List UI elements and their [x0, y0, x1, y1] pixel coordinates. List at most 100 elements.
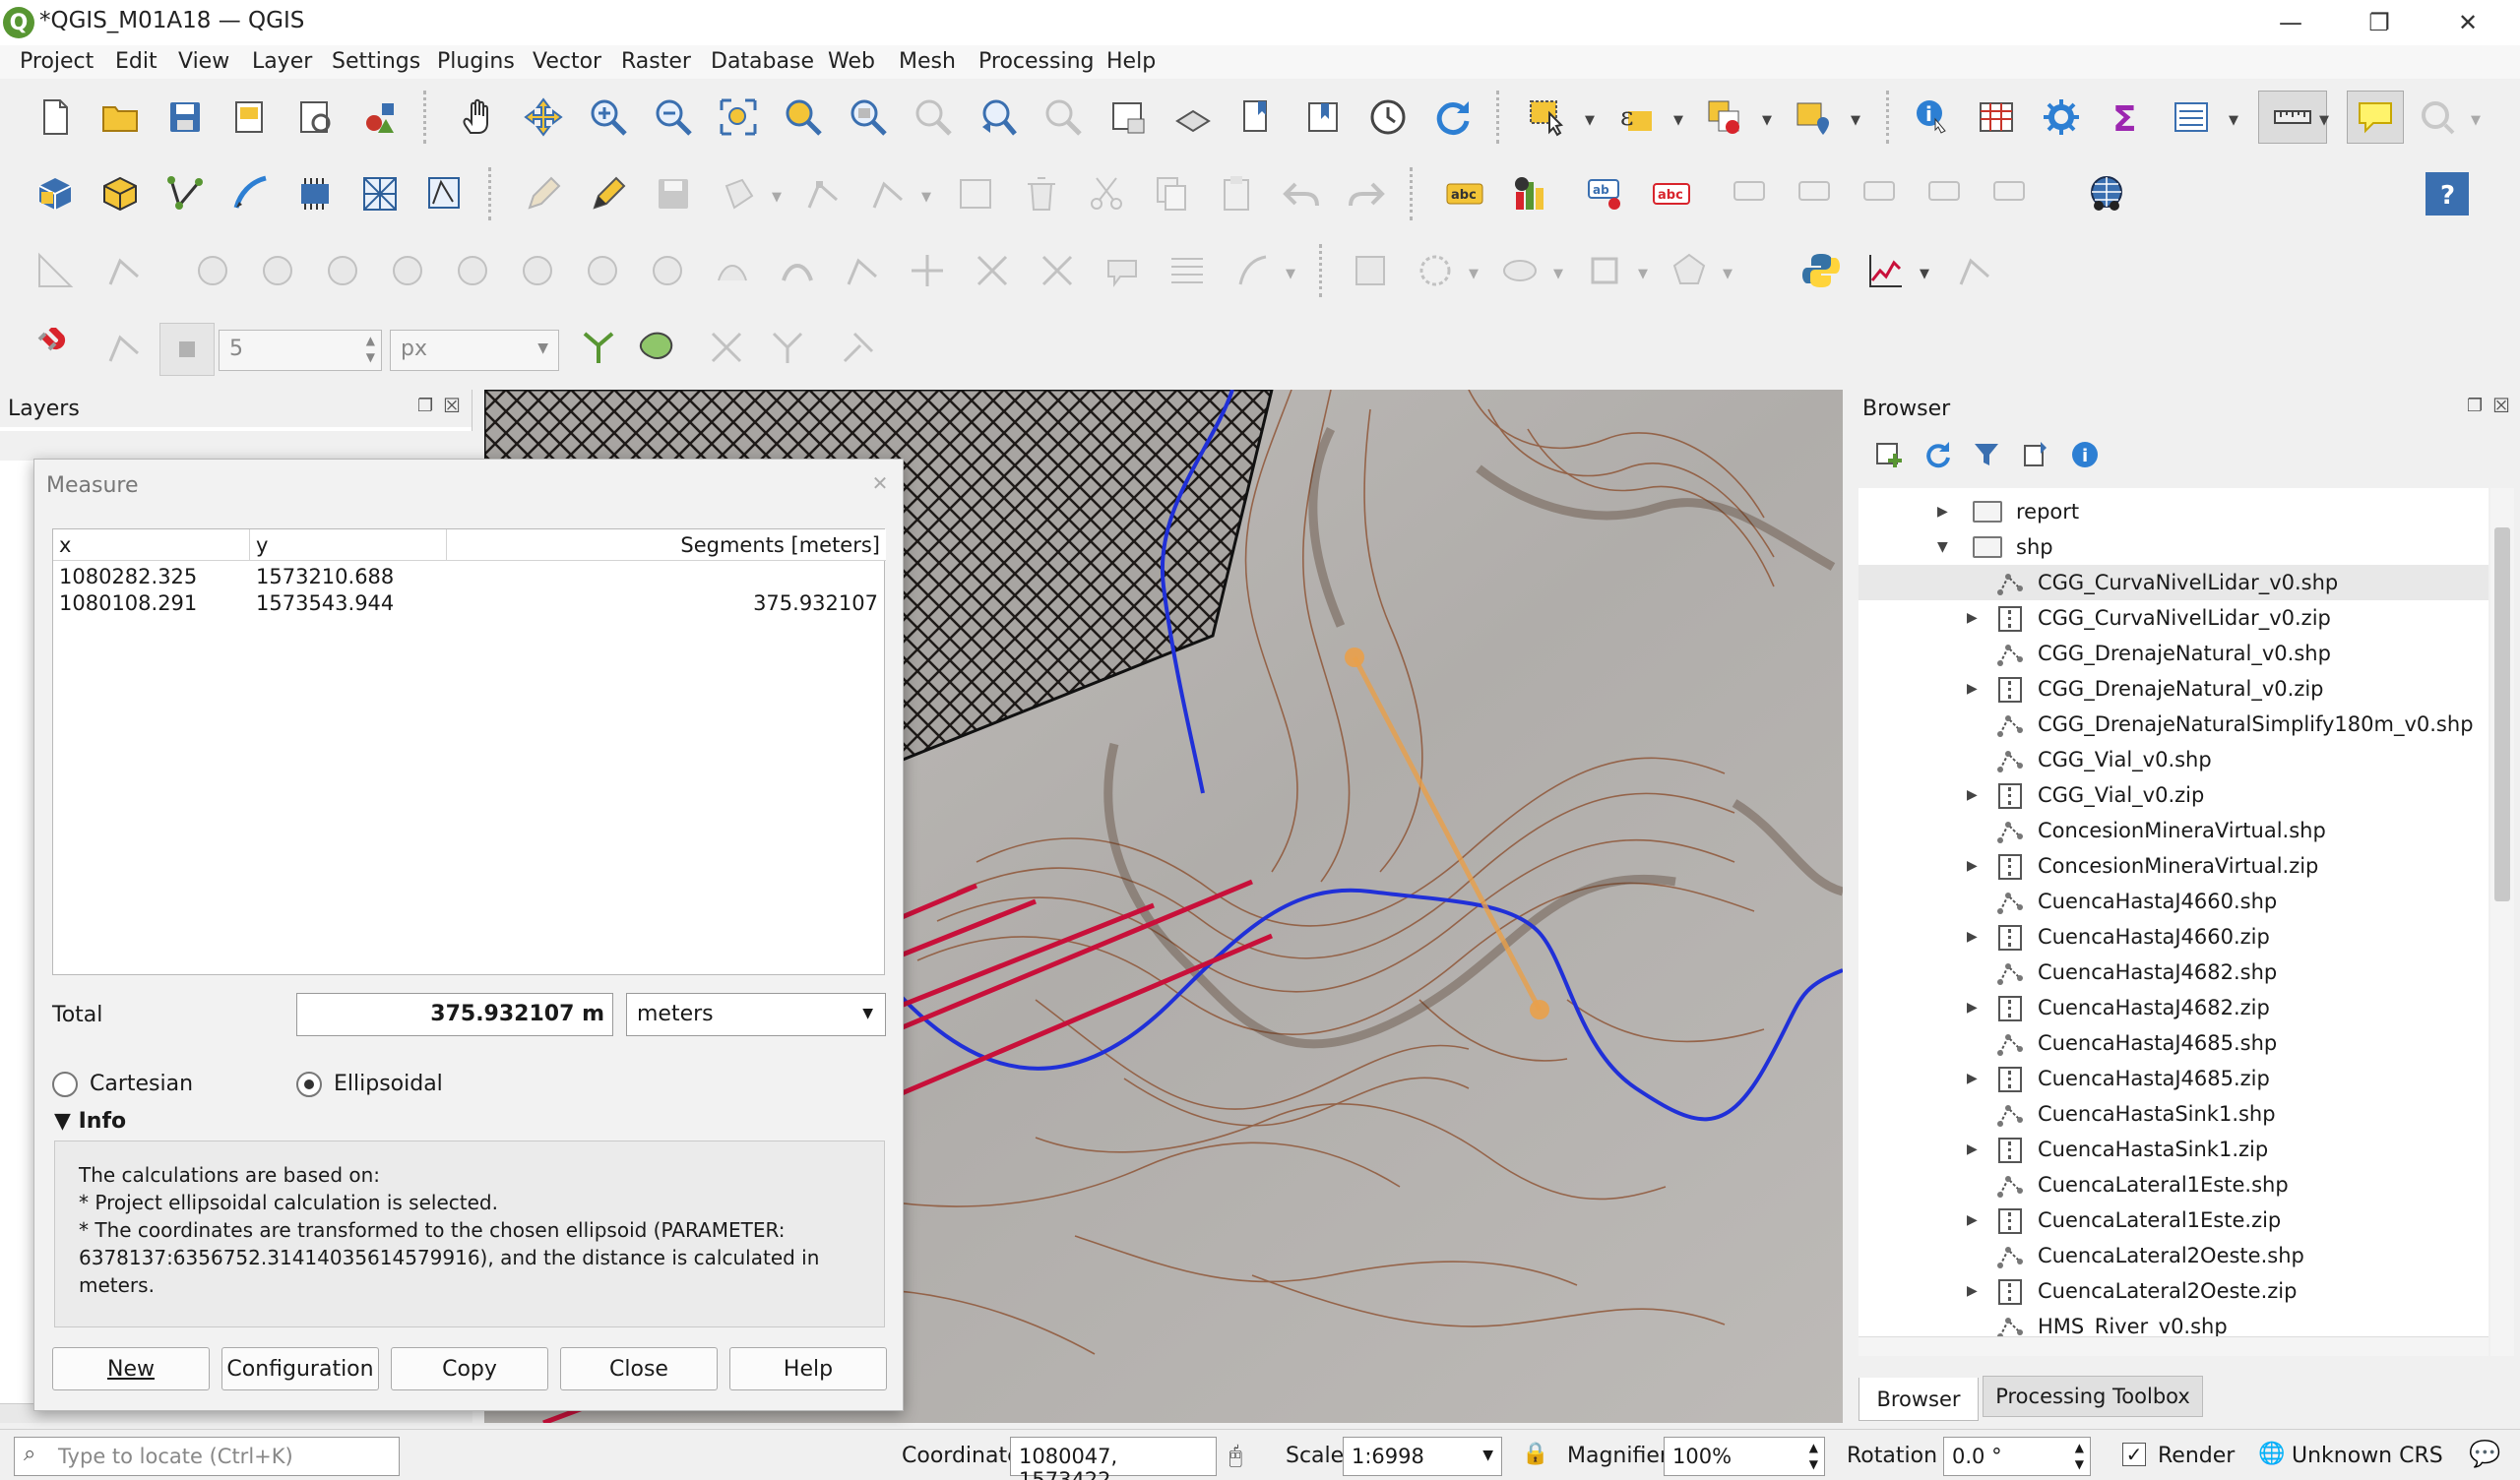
- layer-labeling-icon[interactable]: abc: [1443, 172, 1486, 216]
- fill-ring-icon[interactable]: [321, 249, 364, 292]
- pan-to-selection-icon[interactable]: [522, 95, 565, 139]
- tab-processing-toolbox[interactable]: Processing Toolbox: [1983, 1376, 2203, 1417]
- undo-icon[interactable]: [1280, 172, 1323, 216]
- attribute-table-options-icon[interactable]: [2170, 95, 2213, 139]
- messages-icon[interactable]: 💬: [2469, 1440, 2500, 1469]
- zoom-in-icon[interactable]: [587, 95, 630, 139]
- list-item[interactable]: ▶ CuencaHastaJ4660.zip: [1858, 919, 2488, 955]
- chevron-right-icon[interactable]: ▶: [1967, 1071, 1978, 1086]
- list-item[interactable]: ▶ CuencaHastaJ4685.zip: [1858, 1061, 2488, 1096]
- measure-table[interactable]: x y Segments [meters] 1080282.325 157321…: [52, 528, 886, 975]
- new-temporary-layer-icon[interactable]: [423, 172, 467, 216]
- chevron-right-icon[interactable]: ▶: [1967, 1212, 1978, 1228]
- pin-labels-icon[interactable]: ab: [1585, 172, 1628, 216]
- self-snapping-icon[interactable]: [705, 326, 748, 369]
- collapse-all-icon[interactable]: [2020, 439, 2051, 470]
- pan-map-icon[interactable]: [457, 95, 500, 139]
- total-value-field[interactable]: 375.932107 m: [296, 993, 613, 1036]
- menu-database[interactable]: Database: [711, 49, 814, 74]
- scrollbar-thumb[interactable]: [2494, 527, 2510, 901]
- show-hide-labels-icon[interactable]: abc: [1650, 172, 1693, 216]
- reverse-line-icon[interactable]: [1036, 249, 1079, 292]
- advanced-digitizing-icon[interactable]: [33, 249, 77, 292]
- split-parts-icon[interactable]: [1166, 249, 1209, 292]
- shape-ellipse-icon[interactable]: [1498, 249, 1542, 292]
- copy-features-icon[interactable]: [1150, 172, 1193, 216]
- browser-hscrollbar[interactable]: [1858, 1336, 2488, 1356]
- crs-label[interactable]: Unknown CRS: [2292, 1444, 2443, 1468]
- list-item[interactable]: CGG_DrenajeNaturalSimplify180m_v0.shp: [1858, 707, 2488, 742]
- shape-polygon-icon[interactable]: [1583, 249, 1626, 292]
- split-features-icon[interactable]: [646, 249, 689, 292]
- cut-features-icon[interactable]: [1085, 172, 1128, 216]
- undock-icon[interactable]: ❐: [417, 396, 433, 416]
- list-item[interactable]: CGG_Vial_v0.shp: [1858, 742, 2488, 777]
- vertex-tool-icon[interactable]: [801, 172, 845, 216]
- list-item[interactable]: CuencaHastaJ4682.shp: [1858, 955, 2488, 990]
- list-item[interactable]: ▶ CGG_CurvaNivelLidar_v0.zip: [1858, 600, 2488, 636]
- toggle-extents-mouse-icon[interactable]: 🖰: [1228, 1442, 1242, 1469]
- tracing-icon[interactable]: [766, 326, 809, 369]
- trim-extend-icon[interactable]: [971, 249, 1014, 292]
- lock-scale-icon[interactable]: 🔒: [1522, 1442, 1548, 1466]
- shape-circle-icon[interactable]: [1414, 249, 1457, 292]
- create-point-icon[interactable]: [1230, 249, 1274, 292]
- new-print-layout-icon[interactable]: [228, 95, 272, 139]
- processing-toolbox-icon[interactable]: [2040, 95, 2083, 139]
- menu-layer[interactable]: Layer: [252, 49, 312, 74]
- snapping-magnet-icon[interactable]: [33, 326, 77, 369]
- style-manager-icon[interactable]: [358, 95, 402, 139]
- add-polygon-feature-icon[interactable]: [717, 172, 760, 216]
- units-dropdown[interactable]: meters ▼: [626, 993, 886, 1036]
- select-by-expression-icon[interactable]: ε: [1614, 95, 1658, 139]
- chevron-right-icon[interactable]: ▶: [1967, 1283, 1978, 1299]
- zoom-native-icon[interactable]: [912, 95, 955, 139]
- change-label-icon[interactable]: [1858, 172, 1902, 216]
- minimize-button[interactable]: —: [2246, 0, 2335, 45]
- layer-diagram-icon[interactable]: [1508, 172, 1551, 216]
- column-x[interactable]: x: [53, 529, 250, 561]
- new-virtual-layer-icon[interactable]: [293, 172, 337, 216]
- show-unplaced-labels-icon[interactable]: [1923, 172, 1967, 216]
- column-y[interactable]: y: [250, 529, 447, 561]
- maximize-button[interactable]: ❐: [2335, 0, 2424, 45]
- column-segments[interactable]: Segments [meters]: [447, 529, 886, 561]
- coordinate-field[interactable]: 1080047, 1573422: [1010, 1437, 1217, 1480]
- refresh-icon[interactable]: [1922, 439, 1953, 470]
- menu-processing[interactable]: Processing: [978, 49, 1094, 74]
- menu-vector[interactable]: Vector: [533, 49, 601, 74]
- add-part-icon[interactable]: [256, 249, 299, 292]
- list-item[interactable]: ▶ CuencaLateral2Oeste.zip: [1858, 1273, 2488, 1309]
- new-geopackage-layer-icon[interactable]: [98, 172, 142, 216]
- list-item[interactable]: CuencaLateral2Oeste.shp: [1858, 1238, 2488, 1273]
- chevron-right-icon[interactable]: ▶: [1967, 1141, 1978, 1157]
- menu-web[interactable]: Web: [828, 49, 875, 74]
- save-project-icon[interactable]: [163, 95, 207, 139]
- settings-gear-icon[interactable]: [2416, 95, 2459, 139]
- chevron-right-icon[interactable]: ▶: [1937, 504, 1948, 520]
- digitize-with-segment-icon[interactable]: [1953, 249, 1996, 292]
- chevron-right-icon[interactable]: ▶: [1967, 787, 1978, 803]
- close-button[interactable]: Close: [560, 1347, 718, 1390]
- move-feature-icon[interactable]: [906, 249, 949, 292]
- panel-close-icon[interactable]: ☒: [2492, 394, 2510, 417]
- redo-icon[interactable]: [1345, 172, 1388, 216]
- panel-close-icon[interactable]: ☒: [443, 394, 461, 417]
- chevron-right-icon[interactable]: ▶: [1967, 929, 1978, 945]
- data-source-manager-icon[interactable]: [33, 172, 77, 216]
- open-attribute-table-icon[interactable]: [1975, 95, 2018, 139]
- merge-features-icon[interactable]: [711, 249, 754, 292]
- current-edits-icon[interactable]: [522, 172, 565, 216]
- rotate-point-icon[interactable]: [841, 249, 884, 292]
- snapping-units-select[interactable]: px ▼: [390, 330, 559, 371]
- chevron-right-icon[interactable]: ▶: [1967, 1000, 1978, 1016]
- chevron-right-icon[interactable]: ▶: [1967, 858, 1978, 874]
- list-item[interactable]: ▶ CuencaHastaSink1.zip: [1858, 1132, 2488, 1167]
- shape-regular-polygon-icon[interactable]: [1668, 249, 1711, 292]
- statistical-summary-icon[interactable]: Σ: [2105, 95, 2148, 139]
- list-item[interactable]: ▶ CuencaHastaJ4682.zip: [1858, 990, 2488, 1025]
- refresh-icon[interactable]: [1431, 95, 1475, 139]
- move-label-icon[interactable]: [1729, 172, 1772, 216]
- new-3d-map-view-icon[interactable]: [1171, 95, 1215, 139]
- select-by-location-icon[interactable]: [1792, 95, 1835, 139]
